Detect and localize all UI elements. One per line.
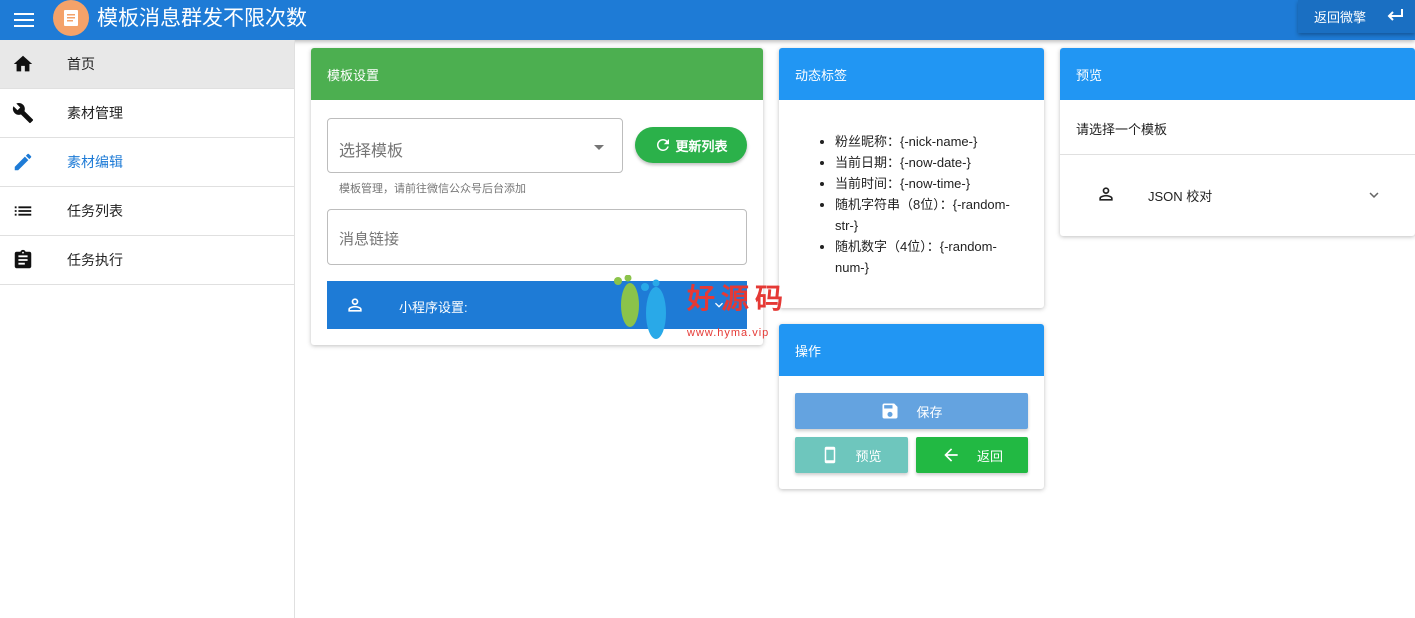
list-item: 当前日期：{-now-date-} (835, 152, 1025, 173)
preview-card: 预览 请选择一个模板 JSON 校对 (1060, 48, 1415, 236)
sidebar-item-task-list[interactable]: 任务列表 (0, 187, 294, 236)
preview-button[interactable]: 预览 (795, 437, 908, 473)
return-label: 返回 (976, 448, 1003, 464)
list-item: 当前时间：{-now-time-} (835, 173, 1025, 194)
list-item: 随机数字（4位）：{-random-num-} (835, 236, 1025, 278)
return-button[interactable]: 返回 (916, 437, 1028, 473)
refresh-icon (657, 139, 670, 151)
sidebar-item-task-execute[interactable]: 任务执行 (0, 236, 294, 285)
save-button[interactable]: 保存 (795, 393, 1028, 429)
template-settings-header: 模板设置 (311, 48, 763, 100)
document-icon (64, 10, 78, 26)
dropdown-caret-icon (594, 145, 604, 150)
person-icon (348, 298, 362, 312)
phone-icon (825, 446, 836, 464)
sidebar-item-label: 任务执行 (67, 252, 123, 268)
operations-card: 操作 保存 预览 返回 (779, 324, 1044, 489)
sidebar-item-label: 首页 (67, 56, 95, 72)
sidebar: 首页 素材管理 素材编辑 任务列表 任务执行 (0, 40, 295, 618)
watermark-text: 好源码 (687, 282, 790, 315)
return-arrow-icon (1387, 9, 1403, 21)
preview-header: 预览 (1060, 48, 1415, 100)
wrench-icon (12, 103, 34, 124)
chevron-down-icon (1369, 192, 1379, 198)
divider (1060, 154, 1415, 155)
preview-hint: 请选择一个模板 (1076, 122, 1168, 137)
page-title: 模板消息群发不限次数 (97, 7, 307, 30)
message-link-placeholder: 消息链接 (339, 231, 400, 248)
list-icon (14, 206, 32, 216)
sidebar-item-material-management[interactable]: 素材管理 (0, 89, 294, 138)
menu-icon[interactable] (12, 8, 36, 32)
footprint-logo-icon (614, 274, 666, 339)
floppy-disk-icon (882, 403, 898, 419)
app-logo (53, 0, 89, 36)
sidebar-item-label: 素材管理 (67, 105, 123, 121)
sidebar-item-material-edit[interactable]: 素材编辑 (0, 138, 294, 187)
list-item: 随机字符串（8位）：{-random-str-} (835, 194, 1025, 236)
person-icon (1099, 187, 1113, 201)
back-to-weiqing-button[interactable]: 返回微擎 (1298, 0, 1415, 33)
pencil-icon (14, 153, 32, 171)
clipboard-icon (14, 249, 32, 269)
refresh-list-button[interactable]: 更新列表 (635, 127, 747, 163)
save-label: 保存 (916, 404, 943, 420)
sidebar-item-label: 素材编辑 (67, 154, 123, 170)
miniprogram-settings-label: 小程序设置: (399, 300, 468, 315)
message-link-input[interactable]: 消息链接 (327, 209, 747, 265)
dynamic-tags-header: 动态标签 (779, 48, 1044, 100)
dynamic-tags-list: 粉丝昵称：{-nick-name-} 当前日期：{-now-date-} 当前时… (835, 131, 1025, 278)
json-check-label: JSON 校对 (1148, 189, 1213, 204)
home-icon (13, 55, 33, 72)
template-hint: 模板管理，请前往微信公众号后台添加 (339, 183, 526, 195)
refresh-list-label: 更新列表 (675, 138, 728, 154)
watermark-url: www.hyma.vip (687, 327, 770, 339)
list-item: 粉丝昵称：{-nick-name-} (835, 131, 1025, 152)
arrow-left-icon (944, 448, 958, 462)
sidebar-item-label: 任务列表 (67, 203, 123, 219)
top-app-bar: 模板消息群发不限次数 返回微擎 (0, 0, 1415, 40)
operations-header: 操作 (779, 324, 1044, 376)
back-to-weiqing-label: 返回微擎 (1314, 10, 1367, 25)
watermark: 好源码 www.hyma.vip (612, 274, 812, 345)
dynamic-tags-card: 动态标签 粉丝昵称：{-nick-name-} 当前日期：{-now-date-… (779, 48, 1044, 308)
json-check-expander[interactable]: JSON 校对 (1060, 166, 1415, 222)
template-select-placeholder: 选择模板 (339, 143, 404, 160)
template-select[interactable]: 选择模板 (327, 118, 623, 173)
preview-label: 预览 (855, 448, 882, 464)
sidebar-item-home[interactable]: 首页 (0, 40, 294, 89)
